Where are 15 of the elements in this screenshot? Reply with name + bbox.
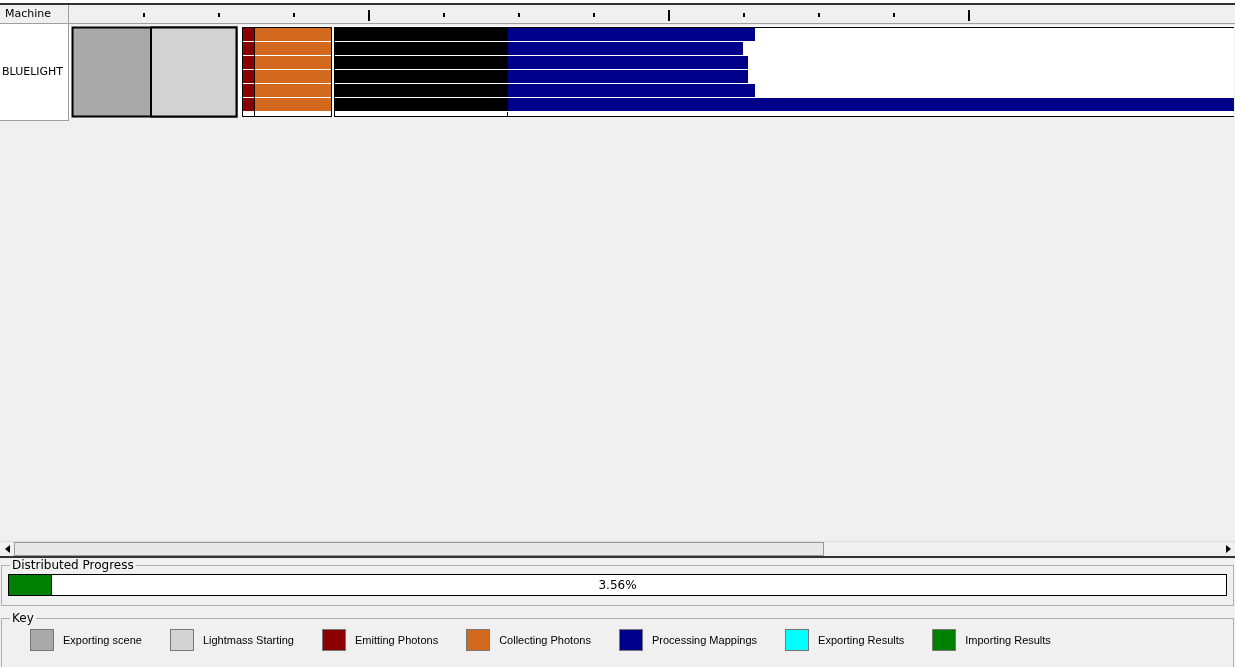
legend-label: Exporting scene [63, 632, 142, 648]
legend-label: Collecting Photons [499, 632, 591, 648]
panel-title: Key [10, 611, 36, 625]
right-arrow-icon [1225, 545, 1231, 553]
scrollbar-thumb[interactable] [14, 542, 824, 556]
legend-label: Importing Results [965, 632, 1051, 648]
legend-label: Lightmass Starting [202, 632, 294, 648]
machine-name: BLUELIGHT [0, 24, 69, 121]
legend-label: Exporting Results [818, 632, 905, 648]
progress-reading: 3.56% [598, 577, 637, 594]
legend-label: Emitting Photons [355, 632, 439, 648]
legend-label: Processing Mappings [651, 632, 758, 648]
panel-title: Distributed Progress [10, 558, 136, 572]
column-header: Machine [0, 5, 69, 23]
left-arrow-icon [4, 545, 10, 553]
